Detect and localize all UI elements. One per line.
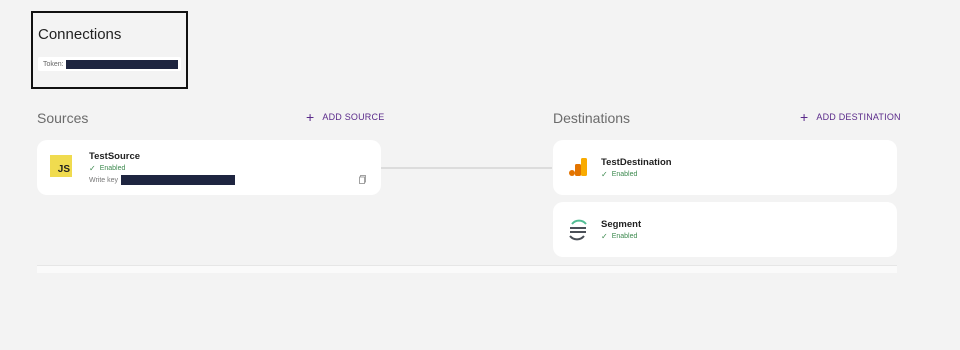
status-text: Enabled bbox=[611, 233, 638, 240]
segment-icon bbox=[569, 219, 587, 241]
check-icon: ✓ bbox=[601, 170, 608, 179]
add-destination-label: ADD DESTINATION bbox=[816, 112, 901, 122]
check-icon: ✓ bbox=[89, 164, 96, 173]
google-analytics-icon bbox=[569, 158, 587, 176]
source-name: TestSource bbox=[89, 151, 141, 162]
write-key-redaction bbox=[121, 175, 236, 185]
write-key-label: Write key bbox=[89, 176, 119, 184]
add-destination-button[interactable]: + ADD DESTINATION bbox=[800, 109, 901, 125]
destination-card-segment[interactable]: Segment ✓ Enabled bbox=[553, 202, 897, 257]
token-label: Token: bbox=[43, 60, 64, 68]
add-source-label: ADD SOURCE bbox=[322, 112, 385, 122]
plus-icon: + bbox=[306, 109, 315, 125]
write-key-row: Write key bbox=[89, 175, 236, 185]
check-icon: ✓ bbox=[601, 232, 608, 241]
sources-title: Sources bbox=[37, 110, 89, 126]
destination-name: Segment bbox=[601, 219, 642, 230]
destination-name: TestDestination bbox=[601, 157, 672, 168]
destination-card-testdestination[interactable]: TestDestination ✓ Enabled bbox=[553, 140, 897, 195]
destinations-title: Destinations bbox=[553, 110, 631, 126]
connection-line bbox=[381, 167, 552, 169]
status-text: Enabled bbox=[99, 165, 126, 172]
page-title: Connections bbox=[38, 26, 122, 43]
token-field: Token: bbox=[38, 57, 181, 71]
status-badge: ✓ Enabled bbox=[601, 170, 637, 179]
footer-bar bbox=[37, 265, 897, 273]
status-badge: ✓ Enabled bbox=[601, 232, 637, 241]
javascript-icon: JS bbox=[50, 155, 72, 177]
status-text: Enabled bbox=[611, 171, 638, 178]
copy-icon[interactable] bbox=[359, 175, 366, 184]
plus-icon: + bbox=[800, 109, 809, 125]
status-badge: ✓ Enabled bbox=[89, 164, 125, 173]
source-card-testsource[interactable]: JS TestSource ✓ Enabled Write key bbox=[37, 140, 381, 195]
token-redaction bbox=[65, 59, 178, 69]
connections-panel: Connections Token: bbox=[31, 11, 188, 89]
add-source-button[interactable]: + ADD SOURCE bbox=[306, 109, 385, 125]
